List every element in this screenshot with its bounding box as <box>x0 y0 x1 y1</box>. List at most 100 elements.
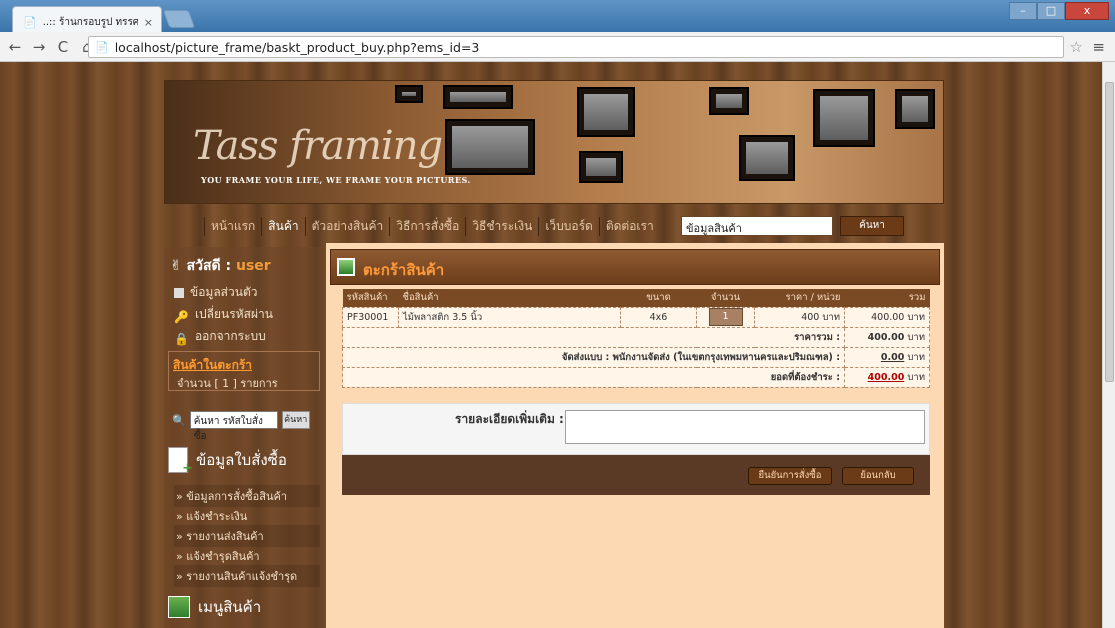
page-scrollbar[interactable] <box>1102 62 1115 628</box>
page-icon: 📄 <box>95 40 109 54</box>
table-row: PF30001 ไม้พลาสติก 3.5 นิ้ว 4x6 1 400 บา… <box>342 306 930 328</box>
picture-frame-image <box>739 135 795 181</box>
back-button[interactable]: ย้อนกลับ <box>842 467 914 485</box>
currency: บาท <box>907 331 925 343</box>
nav-products[interactable]: สินค้า <box>261 216 304 236</box>
gallery-icon <box>168 596 190 618</box>
lock-icon: 🔒 <box>174 331 189 346</box>
confirm-order-button[interactable]: ยืนยันการสั่งซื้อ <box>748 467 832 485</box>
subtotal-value: 400.00 <box>867 331 905 343</box>
sidebar-link-payment-notice[interactable]: » แจ้งชำระเงิน <box>174 505 320 527</box>
menu-icon[interactable]: ≡ <box>1092 38 1105 56</box>
maximize-button[interactable]: □ <box>1037 2 1065 20</box>
forward-arrow-icon[interactable]: → <box>30 38 48 56</box>
order-search-button[interactable]: ค้นหา <box>281 411 310 429</box>
cart-header: ตะกร้าสินค้า <box>330 249 940 285</box>
unit-price: 400 บาท <box>754 306 845 328</box>
sidebar-item-change-password[interactable]: 🔑 เปลี่ยนรหัสผ่าน <box>174 305 273 324</box>
address-bar[interactable]: 📄 localhost/picture_frame/baskt_product_… <box>88 36 1064 58</box>
orders-heading: ข้อมูลใบสั่งซื้อ <box>168 447 287 476</box>
line-total: 400.00 บาท <box>844 306 930 328</box>
product-code: PF30001 <box>342 306 399 328</box>
cart-table: รหัสสินค้า ชื่อสินค้า ขนาด จำนวน ราคา / … <box>342 289 930 388</box>
nav-how-to-order[interactable]: วิธีการสั่งซื้อ <box>389 216 465 236</box>
cart-count: จำนวน [ 1 ] รายการ <box>177 377 278 390</box>
site-banner: Tass framing YOU FRAME YOUR LIFE, WE FRA… <box>164 80 944 204</box>
shipping-row: จัดส่งแบบ : พนักงานจัดส่ง (ในเขตกรุงเทพม… <box>342 346 930 368</box>
browser-tab[interactable]: 📄 ..:: ร้านกรอบรูป ทรรศ เฟรมมิ่ง ::.. × <box>12 6 162 32</box>
details-label: รายละเอียดเพิ่มเติม : <box>455 412 564 426</box>
product-size: 4x6 <box>620 306 697 328</box>
product-name: ไม้พลาสติก 3.5 นิ้ว <box>398 306 621 328</box>
sidebar-link-damage-report[interactable]: » รายงานสินค้าแจ้งชำรุด <box>174 565 320 587</box>
browser-chrome: 📄 ..:: ร้านกรอบรูป ทรรศ เฟรมมิ่ง ::.. × … <box>0 0 1115 62</box>
details-textarea[interactable] <box>565 410 925 444</box>
search-button[interactable]: ค้นหา <box>840 216 904 236</box>
picture-frame-image <box>813 89 875 147</box>
column-header: ชื่อสินค้า <box>398 289 621 307</box>
magnifier-icon: 🔍 <box>172 413 186 427</box>
order-search: 🔍 ค้นหา รหัสใบสั่งซื้อ ค้นหา <box>172 411 310 442</box>
wave-icon: ✌ <box>170 258 182 274</box>
picture-frame-image <box>895 89 935 129</box>
cart-link[interactable]: สินค้าในตะกร้า <box>173 356 252 375</box>
bookmark-star-icon[interactable]: ☆ <box>1070 38 1083 56</box>
picture-frame-image <box>709 87 749 115</box>
nav-samples[interactable]: ตัวอย่างสินค้า <box>304 216 390 236</box>
grand-total-row: ยอดที่ต้องชำระ : 400.00 บาท <box>342 366 930 388</box>
scrollbar-thumb[interactable] <box>1105 82 1114 382</box>
url-text: localhost/picture_frame/baskt_product_bu… <box>114 39 480 55</box>
tab-title: ..:: ร้านกรอบรูป ทรรศ เฟรมมิ่ง ::.. <box>42 17 138 28</box>
back-arrow-icon[interactable]: ← <box>6 38 24 56</box>
top-navigation: หน้าแรก สินค้า ตัวอย่างสินค้า วิธีการสั่… <box>164 212 944 240</box>
greeting-label: สวัสดี : <box>186 258 232 274</box>
details-section: รายละเอียดเพิ่มเติม : <box>342 403 930 455</box>
column-header: ราคา / หน่วย <box>754 289 845 307</box>
picture-frame-image <box>445 119 535 175</box>
order-search-input[interactable]: ค้นหา รหัสใบสั่งซื้อ <box>189 411 278 442</box>
nav-payment[interactable]: วิธีชำระเงิน <box>465 216 538 236</box>
column-header: รวม <box>844 289 930 307</box>
column-header: รหัสสินค้า <box>342 289 399 307</box>
site-logo: Tass framing <box>193 123 443 169</box>
minimize-button[interactable]: – <box>1009 2 1037 20</box>
grand-total-label: ยอดที่ต้องชำระ : <box>342 366 845 388</box>
table-header-row: รหัสสินค้า ชื่อสินค้า ขนาด จำนวน ราคา / … <box>342 289 930 307</box>
nav-contact[interactable]: ติดต่อเรา <box>598 216 660 236</box>
key-icon: 🔑 <box>174 309 189 324</box>
sidebar-item-logout[interactable]: 🔒 ออกจากระบบ <box>174 327 266 346</box>
product-search-input[interactable]: ข้อมูลสินค้า <box>681 216 833 236</box>
picture-frame-image <box>577 87 635 137</box>
tab-close-icon[interactable]: × <box>144 16 153 29</box>
nav-webboard[interactable]: เว็บบอร์ด <box>538 216 599 236</box>
subtotal-row: ราคารวม : 400.00 บาท <box>342 326 930 348</box>
picture-frame-image <box>443 85 513 109</box>
products-heading: เมนูสินค้า <box>168 595 261 619</box>
window-controls: – □ x <box>1009 2 1109 20</box>
shipping-value: 0.00 <box>880 351 905 363</box>
document-add-icon <box>168 447 193 476</box>
currency: บาท <box>907 371 925 383</box>
reload-icon[interactable]: C <box>54 38 72 56</box>
page-icon: 📄 <box>23 16 37 29</box>
currency: บาท <box>907 351 925 363</box>
nav-home[interactable]: หน้าแรก <box>204 216 261 236</box>
close-window-button[interactable]: x <box>1065 2 1109 20</box>
new-tab-button[interactable] <box>162 10 196 28</box>
column-header: จำนวน <box>696 289 755 307</box>
sidebar-link-shipping-report[interactable]: » รายงานส่งสินค้า <box>174 525 320 547</box>
page-title: ตะกร้าสินค้า <box>363 261 445 279</box>
picture-icon <box>337 258 355 276</box>
picture-frame-image <box>395 85 423 103</box>
site-slogan: YOU FRAME YOUR LIFE, WE FRAME YOUR PICTU… <box>201 175 471 185</box>
quantity-field[interactable]: 1 <box>708 308 743 326</box>
sidebar-item-profile[interactable]: ข้อมูลส่วนตัว <box>174 283 257 302</box>
greeting: ✌ สวัสดี : user <box>170 255 271 277</box>
user-card-icon <box>174 287 184 298</box>
column-header: ขนาด <box>620 289 697 307</box>
picture-frame-image <box>579 151 623 183</box>
grand-total-value: 400.00 <box>867 371 905 383</box>
sidebar-link-report-damage[interactable]: » แจ้งชำรุดสินค้า <box>174 545 320 567</box>
sidebar-link-order-info[interactable]: » ข้อมูลการสั่งซื้อสินค้า <box>174 485 320 507</box>
sidebar: ✌ สวัสดี : user ข้อมูลส่วนตัว 🔑 เปลี่ยนร… <box>164 247 324 628</box>
